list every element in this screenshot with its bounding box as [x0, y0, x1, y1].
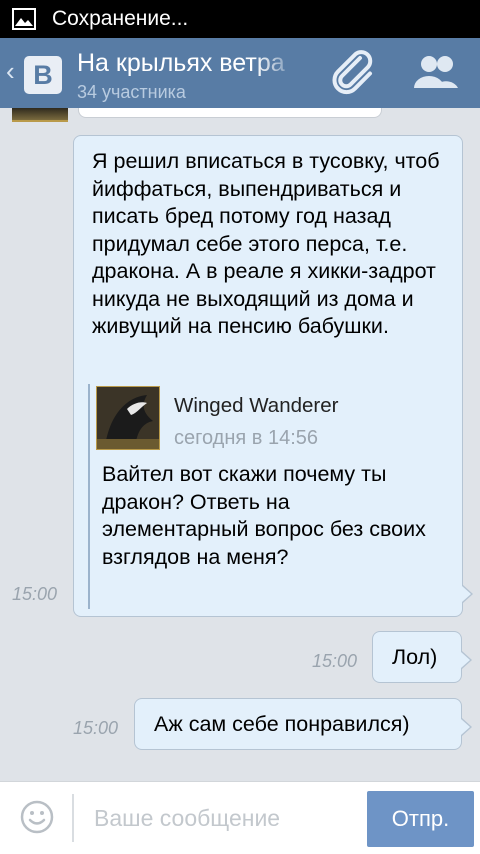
- message-bubble[interactable]: Я решил вписаться в тусовку, чтоб йиффат…: [73, 135, 473, 617]
- app-header: ‹ B На крыльях ветра 34 участника: [0, 38, 480, 108]
- avatar: [12, 108, 68, 122]
- avatar[interactable]: [96, 386, 160, 450]
- vk-logo[interactable]: B: [24, 56, 62, 94]
- people-icon[interactable]: [412, 52, 460, 94]
- smile-icon[interactable]: [20, 800, 54, 834]
- message-time: 15:00: [12, 584, 58, 604]
- divider: [72, 794, 74, 842]
- message-composer: Отпр.: [0, 781, 480, 854]
- forwarded-text: Вайтел вот скажи почему ты дракон? Ответ…: [102, 462, 426, 569]
- member-count: 34 участника: [77, 82, 186, 102]
- message-text: Я решил вписаться в тусовку, чтоб йиффат…: [92, 149, 440, 338]
- message-input[interactable]: [94, 800, 354, 836]
- previous-message-bubble: [78, 108, 382, 118]
- image-icon: [12, 8, 36, 30]
- message-list[interactable]: Я решил вписаться в тусовку, чтоб йиффат…: [0, 108, 480, 781]
- message-time: 15:00: [312, 651, 358, 671]
- dragon-avatar-image: [97, 387, 159, 449]
- message-bubble[interactable]: Лол): [372, 631, 472, 683]
- chat-title: На крыльях ветра: [77, 49, 285, 77]
- status-text: Сохранение...: [52, 7, 189, 30]
- message-text: Аж сам себе понравился): [154, 712, 410, 736]
- forwarded-author[interactable]: Winged Wanderer: [174, 394, 338, 418]
- vk-logo-letter: B: [33, 60, 53, 90]
- paperclip-icon[interactable]: [330, 50, 378, 96]
- message-time: 15:00: [73, 718, 119, 738]
- back-chevron-icon[interactable]: ‹: [6, 58, 15, 84]
- message-bubble[interactable]: Аж сам себе понравился): [134, 698, 472, 750]
- message-text: Лол): [392, 645, 438, 669]
- send-button[interactable]: Отпр.: [367, 791, 474, 847]
- forwarded-message[interactable]: Winged Wanderer сегодня в 14:56 Вайтел в…: [88, 384, 450, 609]
- status-bar: Сохранение...: [0, 0, 480, 38]
- forwarded-time: сегодня в 14:56: [174, 427, 318, 449]
